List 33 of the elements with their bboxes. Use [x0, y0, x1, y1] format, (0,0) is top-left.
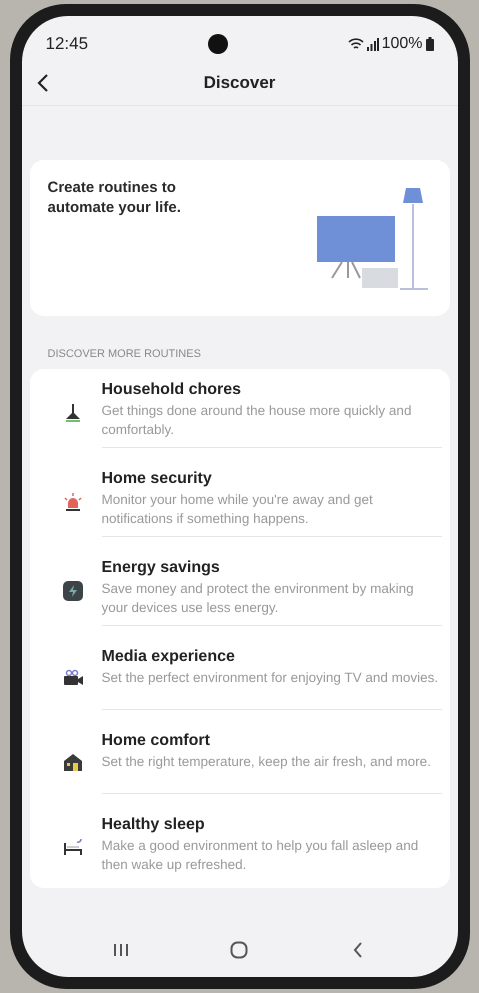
routine-title: Energy savings [102, 558, 221, 578]
page-title: Discover [204, 72, 276, 94]
camera-hole-icon [208, 34, 228, 54]
routine-description: Set the perfect environment for enjoying TV and movies. [102, 668, 440, 686]
routine-item[interactable]: Home security Monitor your home while you're away and get notifications if something happens. [30, 458, 450, 546]
routine-title: Home comfort [102, 730, 211, 750]
section-label: DISCOVER MORE ROUTINES [46, 347, 202, 362]
siren-icon [62, 491, 84, 513]
wifi-icon [348, 37, 364, 51]
routine-description: Get things done around the house more quickly and comfortably. [102, 402, 412, 438]
banner-text: Create routines to automate your life. [48, 178, 182, 218]
back-icon [353, 942, 364, 958]
routine-item[interactable]: Household chores Get things done around the house more quickly and comfortably. [30, 368, 450, 458]
routine-description: Save money and protect the environment by making your devices use less energy. [102, 580, 415, 616]
routine-item[interactable]: Home comfort Set the right temperature, keep the air fresh, and more. [30, 720, 450, 804]
routine-title: Household chores [102, 380, 242, 400]
battery-icon [426, 37, 434, 51]
banner-card[interactable]: Create routines to automate your life. [30, 160, 450, 316]
routine-item[interactable]: Energy savings Save money and protect the environment by making your devices use less energy. [30, 546, 450, 636]
routine-description: Make a good environment to help you fall asleep and then wake up refreshed. [102, 836, 420, 874]
routine-title: Media experience [102, 646, 236, 666]
routine-item[interactable]: Media experience Set the perfect environment for enjoying TV and movies. [30, 636, 450, 720]
status-time: 12:45 [46, 33, 88, 56]
home-icon [230, 941, 248, 959]
recent-apps-icon [112, 943, 129, 957]
signal-icon [366, 37, 379, 51]
lightning-icon [62, 580, 84, 602]
routine-title: Healthy sleep [102, 814, 206, 834]
routine-description: Set the right temperature, keep the air fresh, and more. [102, 752, 432, 770]
routine-item[interactable]: Healthy sleep Make a good environment to help you fall asleep and then wake up refreshed. [30, 804, 450, 888]
battery-percent: 100% [382, 34, 422, 54]
routine-description: Monitor your home while you're away and get notifications if something happens. [102, 490, 374, 528]
routine-title: Home security [102, 468, 213, 488]
